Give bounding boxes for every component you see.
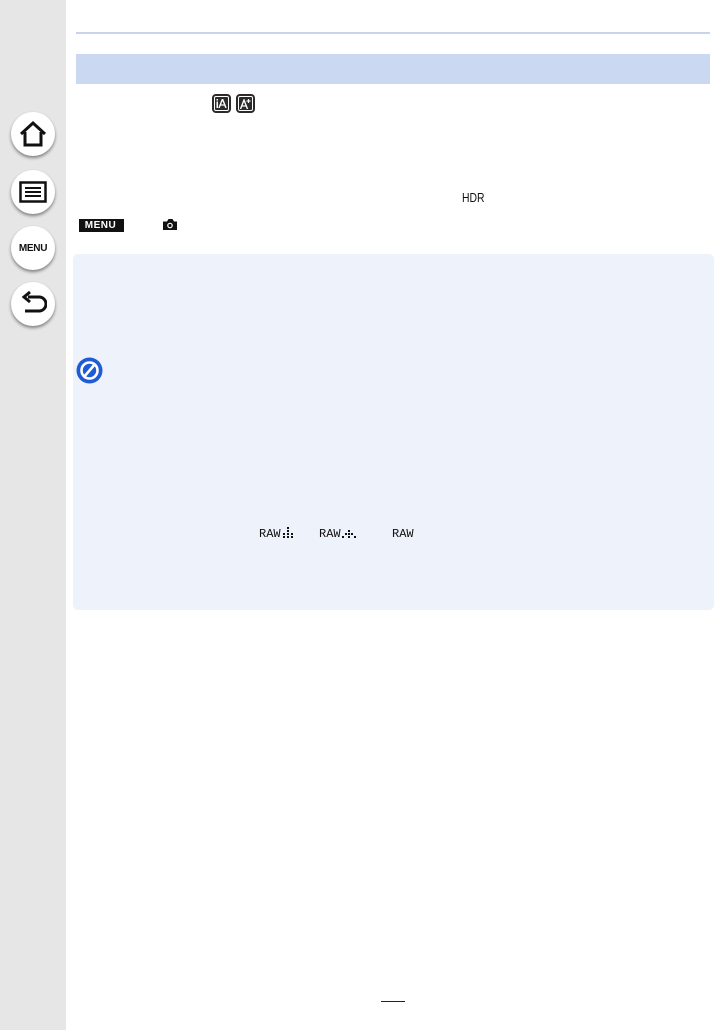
intelligent-auto-plus-icon <box>236 94 255 113</box>
raw-fine-icon: RAW <box>259 527 294 541</box>
menu-label: MENU <box>18 242 48 254</box>
home-icon <box>19 120 47 147</box>
menu-badge: MENU <box>79 219 124 232</box>
not-available-icon <box>76 357 103 384</box>
raw-label: RAW <box>392 527 414 541</box>
notes-panel <box>73 254 714 610</box>
back-button[interactable] <box>11 282 55 326</box>
return-icon <box>21 291 47 313</box>
menu-button[interactable]: MENU <box>11 226 55 270</box>
section-title-bar <box>76 54 710 84</box>
raw-standard-icon: RAW <box>319 527 356 541</box>
raw-standard-label: RAW <box>319 527 341 541</box>
contents-button[interactable] <box>11 170 55 214</box>
raw-icon: RAW <box>392 527 414 541</box>
list-icon <box>19 181 47 203</box>
rec-camera-icon <box>163 219 177 230</box>
header-rule <box>76 32 710 34</box>
page-number-underline <box>381 1001 405 1002</box>
menu-badge-label: MENU <box>84 220 117 231</box>
raw-fine-label: RAW <box>259 527 281 541</box>
home-button[interactable] <box>11 112 55 156</box>
hdr-icon: HDR <box>462 190 485 205</box>
intelligent-auto-icon <box>212 94 231 113</box>
